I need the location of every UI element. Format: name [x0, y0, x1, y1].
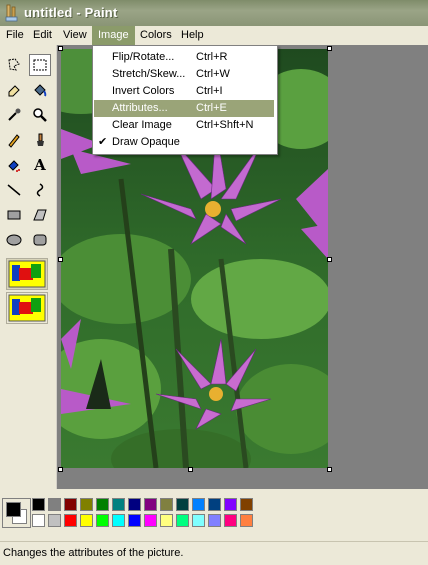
palette-color-swatch[interactable] — [48, 514, 61, 527]
palette-color-swatch[interactable] — [176, 498, 189, 511]
brush-icon[interactable] — [29, 129, 51, 151]
menu-view[interactable]: View — [57, 26, 93, 45]
menu-file[interactable]: File — [0, 26, 30, 45]
menu-item-shortcut: Ctrl+Shft+N — [196, 119, 254, 131]
ellipse-icon[interactable] — [3, 229, 25, 251]
menu-item-clear-image[interactable]: Clear Image Ctrl+Shft+N — [94, 117, 274, 134]
menu-item-label: Flip/Rotate... — [112, 51, 175, 63]
palette-color-swatch[interactable] — [240, 514, 253, 527]
palette-color-swatch[interactable] — [64, 498, 77, 511]
free-select-icon[interactable] — [3, 54, 25, 76]
checkmark-icon: ✔ — [98, 136, 108, 148]
resize-handle[interactable] — [327, 257, 332, 262]
menu-item-draw-opaque[interactable]: ✔ Draw Opaque — [94, 134, 274, 151]
current-colors-box — [2, 498, 31, 528]
palette-color-swatch[interactable] — [192, 498, 205, 511]
menu-colors[interactable]: Colors — [134, 26, 178, 45]
text-icon[interactable]: A — [29, 154, 51, 176]
resize-handle — [58, 467, 63, 472]
color-picker-icon[interactable] — [3, 104, 25, 126]
menu-item-label: Invert Colors — [112, 85, 175, 97]
palette-color-swatch[interactable] — [48, 498, 61, 511]
menu-item-label: Attributes... — [112, 102, 168, 114]
title-bar: untitled - Paint — [0, 0, 428, 26]
magnifier-icon[interactable] — [29, 104, 51, 126]
status-text: Changes the attributes of the picture. — [3, 547, 184, 559]
menu-item-flip-rotate[interactable]: Flip/Rotate... Ctrl+R — [94, 49, 274, 66]
opaque-selection-option[interactable] — [6, 292, 48, 324]
palette-color-swatch[interactable] — [160, 514, 173, 527]
menu-item-stretch-skew[interactable]: Stretch/Skew... Ctrl+W — [94, 66, 274, 83]
resize-handle — [58, 257, 63, 262]
window-title: untitled - Paint — [24, 5, 118, 20]
resize-handle — [58, 46, 63, 51]
palette-color-swatch[interactable] — [128, 498, 141, 511]
menu-item-attributes[interactable]: Attributes... Ctrl+E — [94, 100, 274, 117]
menu-image[interactable]: Image — [92, 26, 135, 45]
image-menu-dropdown: Flip/Rotate... Ctrl+R Stretch/Skew... Ct… — [92, 45, 278, 155]
menu-edit[interactable]: Edit — [27, 26, 58, 45]
palette-color-swatch[interactable] — [32, 514, 45, 527]
palette-color-swatch[interactable] — [96, 514, 109, 527]
line-icon[interactable] — [3, 179, 25, 201]
curve-icon[interactable] — [29, 179, 51, 201]
palette-color-swatch[interactable] — [144, 498, 157, 511]
palette-color-swatch[interactable] — [208, 514, 221, 527]
palette-color-swatch[interactable] — [32, 498, 45, 511]
toolbox: A — [0, 45, 57, 489]
menu-item-shortcut: Ctrl+E — [196, 102, 227, 114]
palette-color-swatch[interactable] — [64, 514, 77, 527]
palette-color-swatch[interactable] — [80, 514, 93, 527]
airbrush-icon[interactable] — [3, 154, 25, 176]
rectangle-icon[interactable] — [3, 204, 25, 226]
menu-help[interactable]: Help — [175, 26, 210, 45]
palette-color-swatch[interactable] — [160, 498, 173, 511]
menu-item-label: Stretch/Skew... — [112, 68, 186, 80]
status-bar: Changes the attributes of the picture. — [0, 541, 428, 565]
menu-item-invert-colors[interactable]: Invert Colors Ctrl+I — [94, 83, 274, 100]
menu-item-label: Draw Opaque — [112, 136, 180, 148]
color-palette — [0, 490, 428, 540]
text-tool-glyph: A — [34, 156, 46, 174]
fill-icon[interactable] — [29, 79, 51, 101]
palette-color-swatch[interactable] — [80, 498, 93, 511]
palette-color-swatch[interactable] — [112, 514, 125, 527]
polygon-icon[interactable] — [29, 204, 51, 226]
opaque-option-icon — [8, 294, 46, 322]
rect-select-icon[interactable] — [29, 54, 51, 76]
rounded-rectangle-icon[interactable] — [29, 229, 51, 251]
palette-color-swatch[interactable] — [224, 514, 237, 527]
foreground-color-swatch — [6, 502, 21, 517]
palette-color-swatch[interactable] — [96, 498, 109, 511]
palette-color-swatch[interactable] — [176, 514, 189, 527]
resize-handle[interactable] — [188, 467, 193, 472]
paint-app-icon[interactable] — [4, 4, 20, 22]
palette-color-swatch[interactable] — [240, 498, 253, 511]
menu-bar: File Edit View Image Colors Help — [0, 26, 428, 45]
palette-color-swatch[interactable] — [144, 514, 157, 527]
transparent-selection-option[interactable] — [6, 258, 48, 290]
resize-handle[interactable] — [327, 467, 332, 472]
palette-color-swatch[interactable] — [224, 498, 237, 511]
menu-item-shortcut: Ctrl+W — [196, 68, 230, 80]
resize-handle — [327, 46, 332, 51]
palette-color-swatch[interactable] — [128, 514, 141, 527]
palette-color-swatch[interactable] — [208, 498, 221, 511]
eraser-icon[interactable] — [3, 79, 25, 101]
transparent-option-icon — [8, 260, 46, 288]
palette-color-swatch[interactable] — [112, 498, 125, 511]
menu-item-shortcut: Ctrl+I — [196, 85, 223, 97]
pencil-icon[interactable] — [3, 129, 25, 151]
menu-item-shortcut: Ctrl+R — [196, 51, 228, 63]
menu-item-label: Clear Image — [112, 119, 172, 131]
palette-color-swatch[interactable] — [192, 514, 205, 527]
